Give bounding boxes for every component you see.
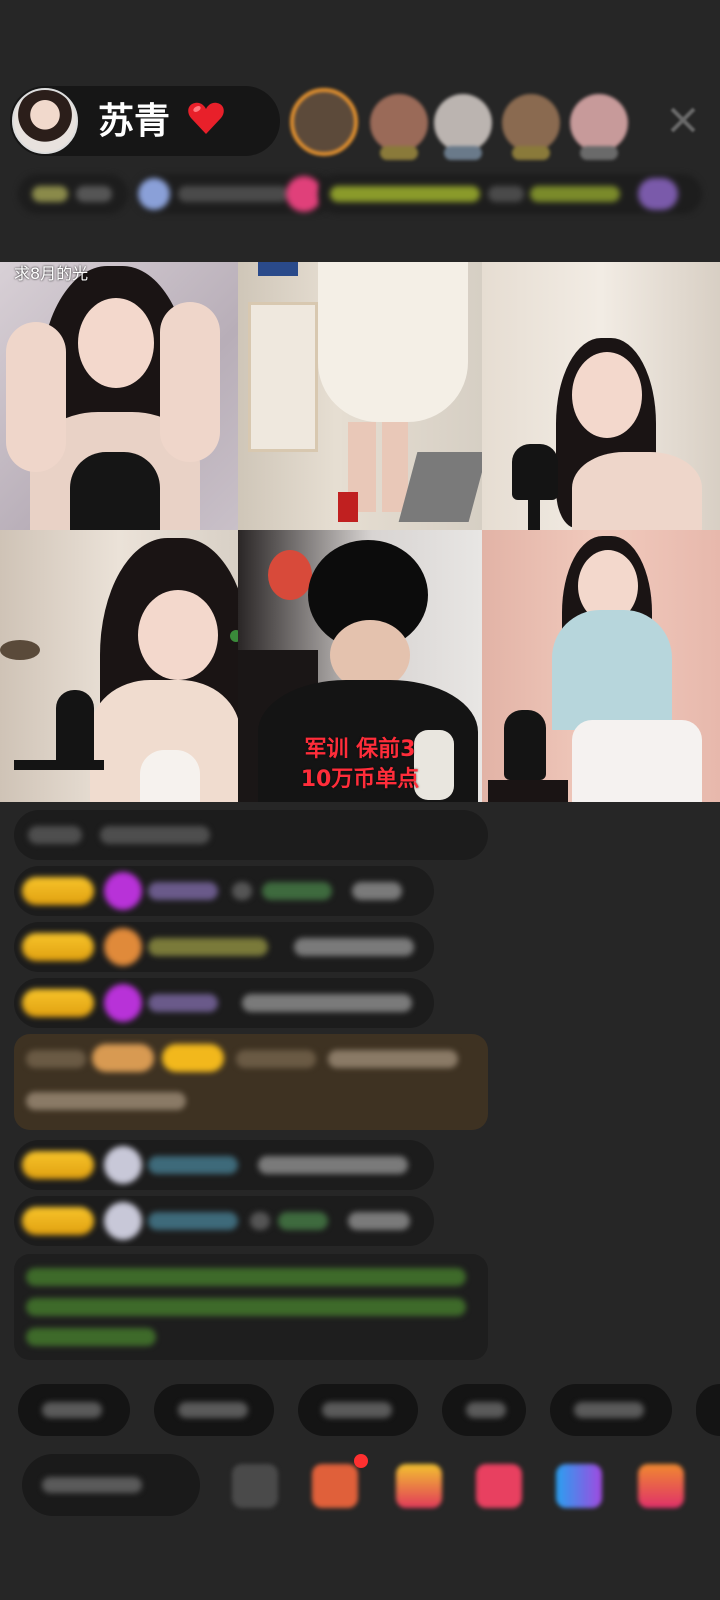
multi-guest-video-grid: 求8月的光 军训 保前3 10万币单点 xyxy=(0,262,720,802)
video-tile-3[interactable] xyxy=(482,262,720,530)
chat-message[interactable] xyxy=(14,978,434,1028)
close-button[interactable] xyxy=(665,102,701,138)
chat-message[interactable] xyxy=(14,1196,434,1246)
tile-label: 求8月的光 xyxy=(14,264,89,283)
live-room-screen: 苏青 求8月的光 军训 保前3 10万币单点 xyxy=(0,0,720,1600)
viewer-avatar[interactable] xyxy=(502,94,560,160)
system-announcement xyxy=(14,1254,488,1360)
video-tile-1[interactable]: 求8月的光 xyxy=(0,262,238,530)
quick-reply-chip[interactable] xyxy=(18,1384,130,1436)
tile-overlay-line-2: 10万币单点 xyxy=(300,767,420,792)
gift-icon[interactable] xyxy=(638,1464,684,1508)
host-info-pill[interactable]: 苏青 xyxy=(10,86,280,156)
video-tile-5[interactable]: 军训 保前3 10万币单点 xyxy=(238,530,482,802)
room-info-bar xyxy=(18,168,708,220)
video-tile-4[interactable] xyxy=(0,530,238,802)
room-tag-chip[interactable] xyxy=(18,174,128,214)
notification-dot xyxy=(354,1454,368,1468)
video-tile-6[interactable] xyxy=(482,530,720,802)
chat-message[interactable] xyxy=(14,1140,434,1190)
quick-reply-row xyxy=(18,1384,720,1440)
entry-notification[interactable] xyxy=(14,1034,488,1130)
bottom-action-bar xyxy=(22,1454,720,1518)
video-tile-2[interactable] xyxy=(238,262,482,530)
red-heart-icon xyxy=(188,102,224,134)
tile-overlay-line-1: 军训 保前3 xyxy=(304,737,416,762)
host-name: 苏青 xyxy=(98,101,171,142)
quick-reply-chip[interactable] xyxy=(696,1384,720,1436)
chat-message[interactable] xyxy=(14,810,488,860)
quick-reply-chip[interactable] xyxy=(298,1384,418,1436)
game-icon[interactable] xyxy=(476,1464,522,1508)
emoji-icon[interactable] xyxy=(232,1464,278,1508)
quick-reply-chip[interactable] xyxy=(442,1384,526,1436)
chat-input[interactable] xyxy=(22,1454,200,1516)
viewer-avatar[interactable] xyxy=(290,88,358,156)
viewer-avatar[interactable] xyxy=(570,94,628,160)
chat-message[interactable] xyxy=(14,922,434,972)
viewer-avatar[interactable] xyxy=(370,94,428,160)
quick-reply-chip[interactable] xyxy=(154,1384,274,1436)
quick-reply-chip[interactable] xyxy=(550,1384,672,1436)
top-viewers-list xyxy=(290,84,650,164)
host-avatar[interactable] xyxy=(12,88,78,154)
room-stats-chip[interactable] xyxy=(134,174,334,214)
viewer-avatar[interactable] xyxy=(434,94,492,160)
room-notice-chip[interactable] xyxy=(318,174,702,214)
close-icon xyxy=(670,107,696,133)
activity-icon[interactable] xyxy=(556,1464,602,1508)
chat-message[interactable] xyxy=(14,866,434,916)
gift-box-icon[interactable] xyxy=(312,1464,358,1508)
treasure-icon[interactable] xyxy=(396,1464,442,1508)
